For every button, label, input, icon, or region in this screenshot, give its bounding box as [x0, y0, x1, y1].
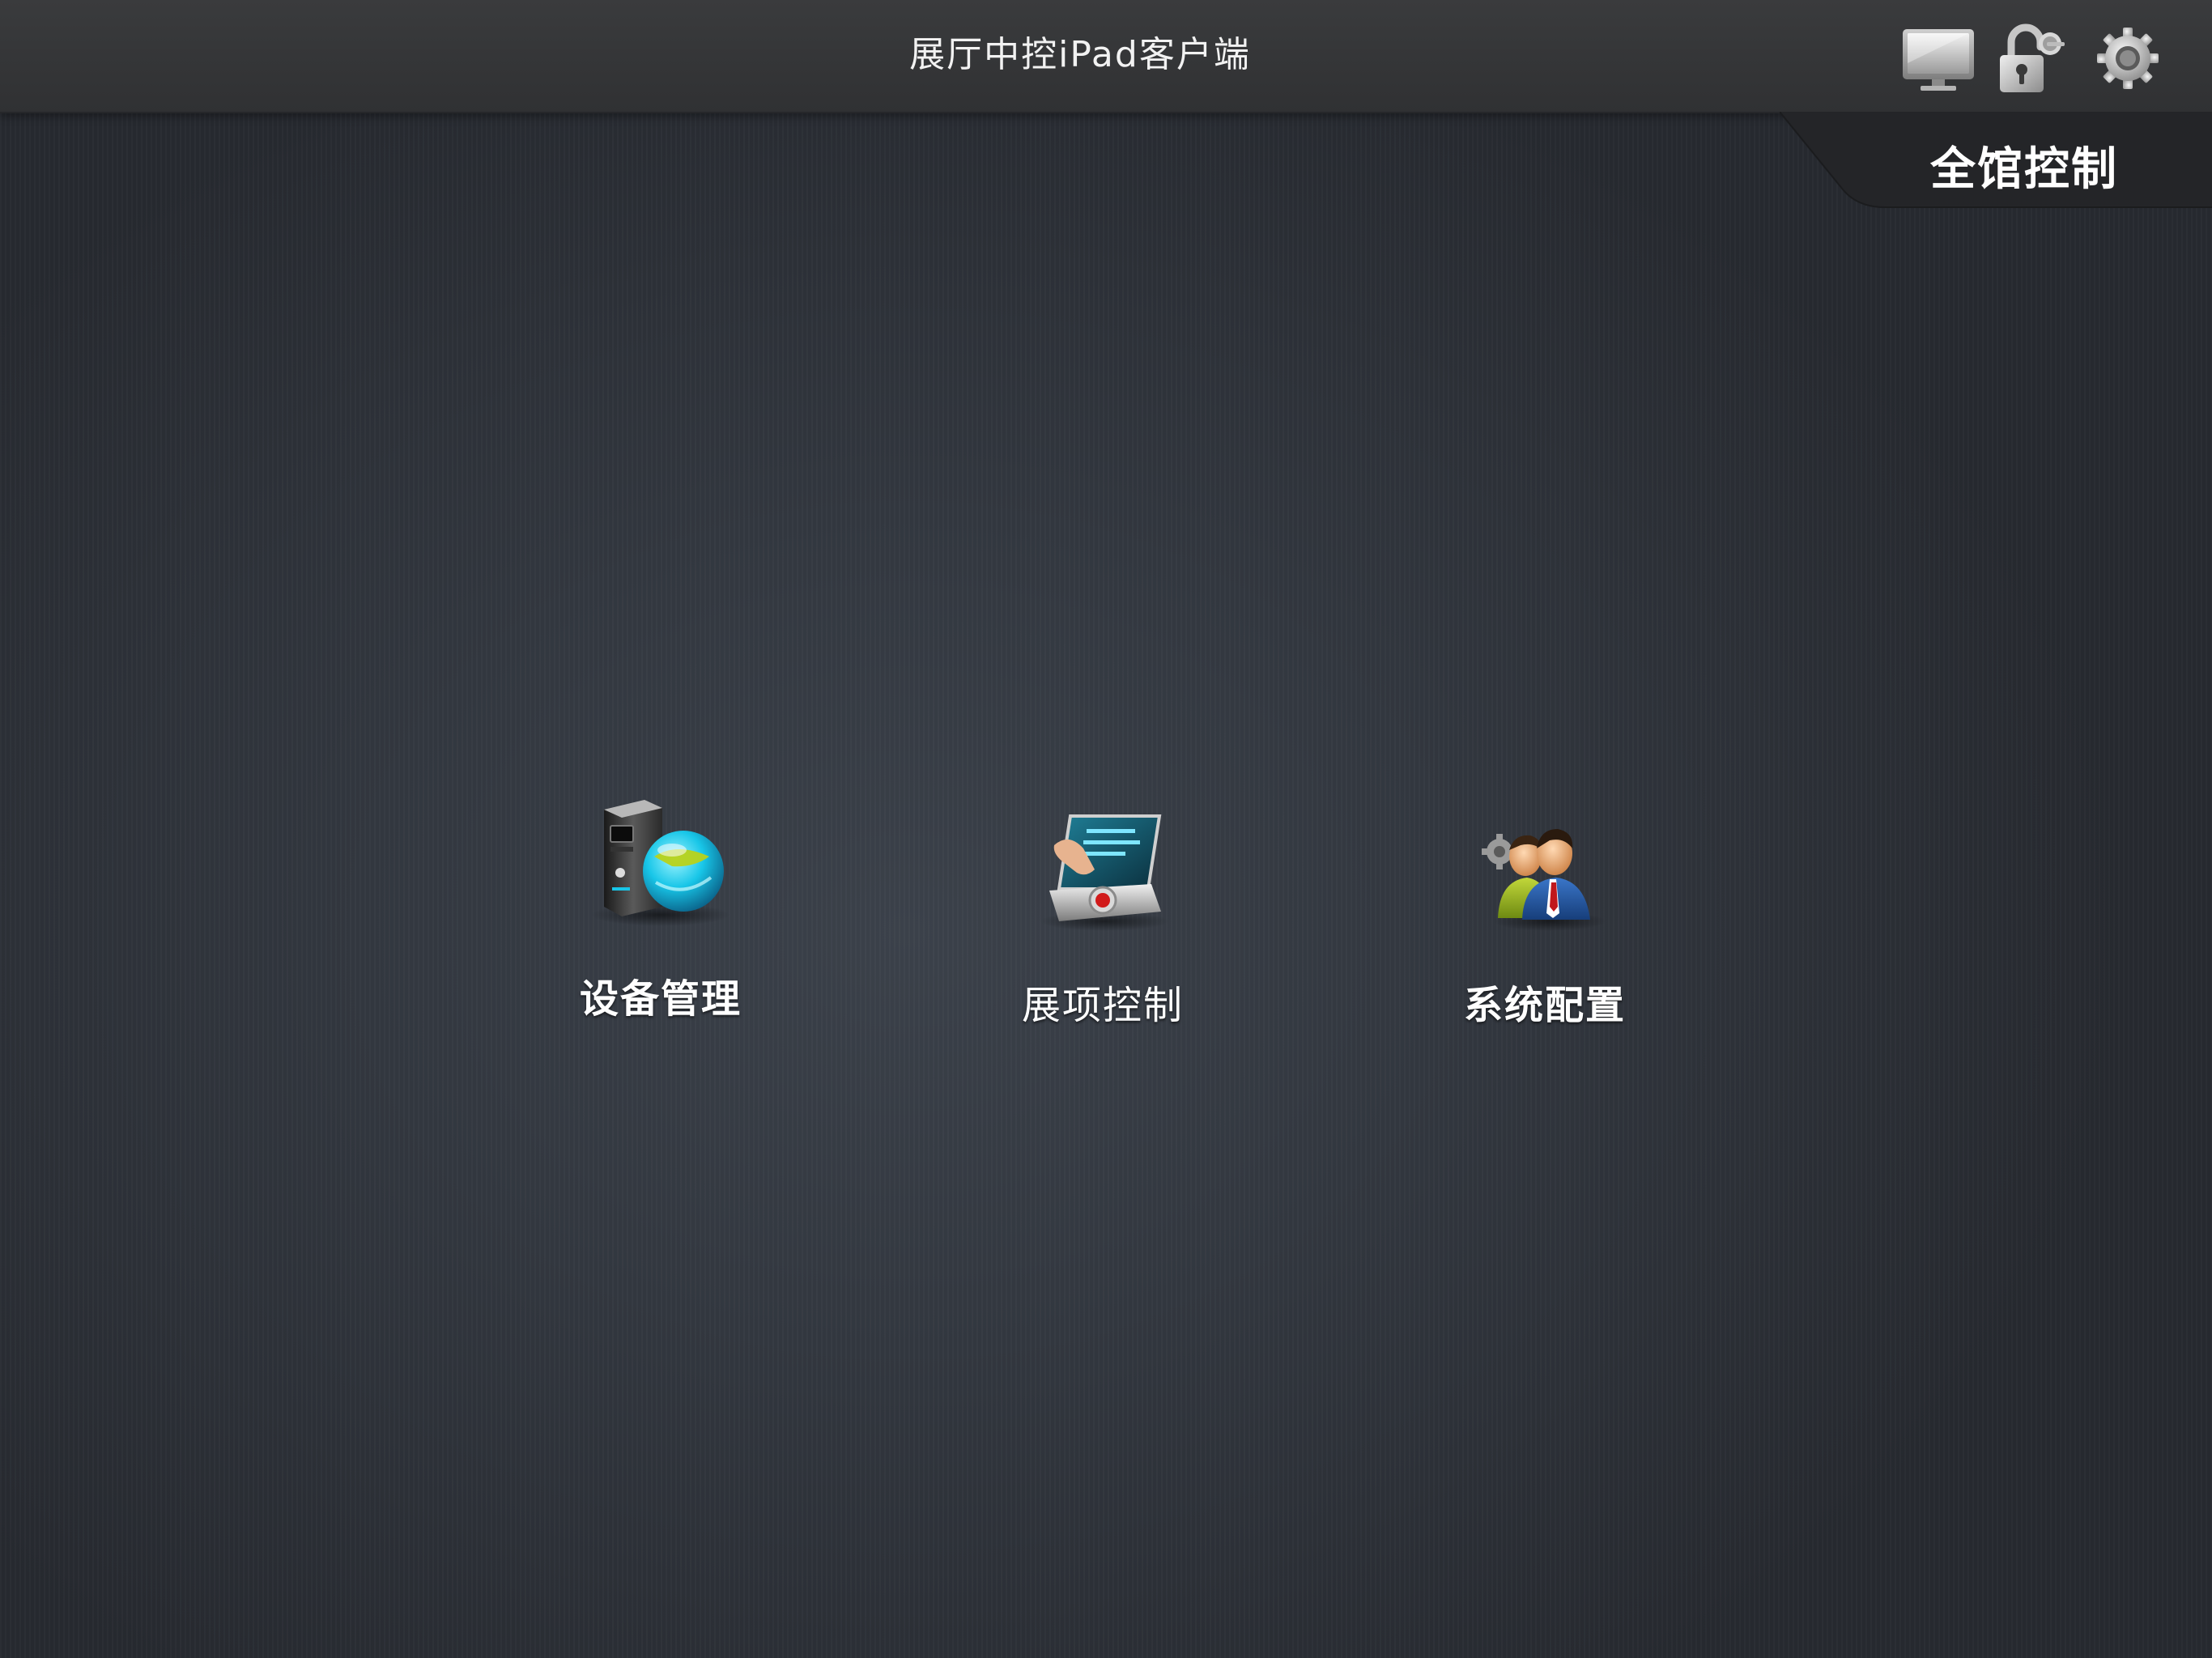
- gear-icon[interactable]: [2089, 23, 2167, 96]
- module-label: 设备管理: [579, 976, 742, 1022]
- device-server-globe-icon: [588, 793, 734, 931]
- top-bar: 展厅中控iPad客户端: [0, 0, 2212, 113]
- module-label: 展项控制: [1021, 983, 1184, 1028]
- module-system-configuration[interactable]: 系统配置: [1407, 800, 1682, 1030]
- module-exhibit-control[interactable]: 展项控制: [965, 800, 1240, 1030]
- module-label: 系统配置: [1463, 983, 1626, 1028]
- users-config-icon: [1472, 800, 1618, 937]
- module-device-management[interactable]: 设备管理: [523, 793, 798, 1023]
- app-title: 展厅中控iPad客户端: [909, 34, 1251, 75]
- unlock-icon[interactable]: [1993, 23, 2071, 96]
- touch-panel-icon: [1030, 800, 1176, 937]
- tab-label: 全馆控制: [1930, 143, 2118, 196]
- app-screen: 展厅中控iPad客户端 全馆控制 设备管理 展项控制 系统配置: [0, 0, 2212, 1658]
- tab-whole-hall-control[interactable]: 全馆控制: [1780, 112, 2212, 209]
- monitor-icon[interactable]: [1899, 23, 1977, 96]
